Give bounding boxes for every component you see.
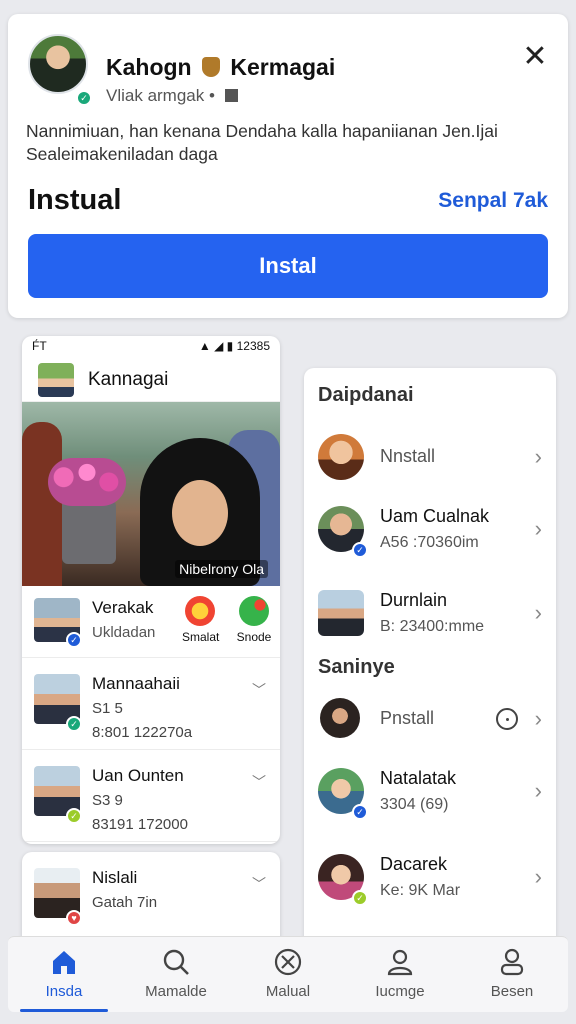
list-item[interactable]: ✓ Natalatak 3304 (69) › [304,758,556,828]
action-button-2[interactable]: Snode [236,596,272,644]
nav-home[interactable]: Insda [8,937,120,1012]
nav-profile[interactable]: Besen [456,937,568,1012]
photo-caption: Nibelrony Ola [175,560,268,578]
featured-photo[interactable]: Nibelrony Ola [22,402,280,586]
install-heading: Instual [28,184,122,216]
status-icons: ▲ ◢ ▮ 12385 [198,339,270,353]
verified-badge-icon: ✓ [66,632,82,648]
emblem-icon [202,57,220,77]
app-description: Nannimiuan, han kenana Dendaha kalla hap… [26,121,498,164]
app-subtitle: Vliak armgak • [106,86,238,106]
list-item[interactable]: ✓ Uam Cualnak A56 :70360im › [304,496,556,566]
chevron-right-icon[interactable]: › [535,706,542,732]
profile-icon [500,948,524,976]
profile-name: Verakak [92,598,154,617]
nav-people[interactable]: Iucmge [344,937,456,1012]
list-item[interactable]: Nnstall › [304,424,556,494]
verified-badge-icon: ✓ [66,716,82,732]
section-title: Daipdanai [318,384,414,406]
close-icon[interactable]: ✕ [522,40,547,73]
list-item[interactable]: ✓ Dacarek Ke: 9K Mar › [304,844,556,914]
profile-row[interactable]: ✓ Verakak Ukldadan Smalat Snode [22,586,280,658]
alert-icon [185,596,215,626]
chevron-right-icon[interactable]: › [535,864,542,890]
publisher-avatar [28,34,88,94]
verified-badge-icon: ✓ [352,804,368,820]
avatar [318,434,364,480]
location-icon [239,596,269,626]
verified-badge-icon: ✓ [352,890,368,906]
chevron-right-icon[interactable]: › [535,778,542,804]
chevron-right-icon[interactable]: › [535,444,542,470]
phone-preview: F́T ▲ ◢ ▮ 12385 Kannagai Nibelrony Ola ✓… [22,336,280,844]
action-button-1[interactable]: Smalat [182,596,219,644]
chevron-right-icon[interactable]: › [535,600,542,626]
home-icon [53,951,75,974]
status-bar: F́T ▲ ◢ ▮ 12385 [32,339,270,353]
search-icon [163,949,189,975]
bottom-nav: Insda Mamalde Malual Iucmge Besen [8,936,568,1012]
chevron-right-icon[interactable]: › [535,516,542,542]
list-item[interactable]: Durnlain B: 23400:mme › [304,580,556,650]
app-title: Kahogn Kermagai [106,54,336,80]
feed-item[interactable]: ✓ Uan Ounten S3 9 83191 172000 ﹀ [22,750,280,842]
secondary-link[interactable]: Senpal 7ak [438,189,548,213]
verified-badge-icon: ✓ [352,542,368,558]
install-card: ✓ Kahogn Kermagai Vliak armgak • ✕ Nanni… [8,14,568,318]
cancel-circle-icon [274,948,302,976]
close-button[interactable]: ✕ [518,40,552,74]
clock-icon[interactable] [496,708,518,730]
install-button[interactable]: Instal [28,234,548,298]
phone-app-name: Kannagai [88,368,169,390]
avatar [320,698,360,738]
chevron-down-icon[interactable]: ﹀ [252,772,266,792]
heart-badge-icon: ♥ [66,910,82,926]
feed-item[interactable]: ✓ Mannaahaii S1 5 8:801 122270a ﹀ [22,658,280,750]
chevron-down-icon[interactable]: ﹀ [252,680,266,700]
nav-search[interactable]: Mamalde [120,937,232,1012]
verified-badge-icon: ✓ [66,808,82,824]
app-logo [38,362,74,397]
chevron-down-icon[interactable]: ﹀ [252,874,266,894]
person-icon [387,949,413,976]
list-item[interactable]: Pnstall › [304,686,556,756]
square-icon [224,89,238,102]
avatar [318,590,364,636]
phone-app-header: Kannagai [22,358,280,402]
suggestions-panel: Daipdanai Nnstall › ✓ Uam Cualnak A56 :7… [304,368,556,958]
profile-sub: Ukldadan [92,624,156,641]
verified-badge-icon: ✓ [76,90,92,106]
nav-cancel[interactable]: Malual [232,937,344,1012]
feed-item[interactable]: ♥ Nislali Gatah 7in ﹀ [22,852,280,944]
section-title: Saninye [318,656,395,678]
